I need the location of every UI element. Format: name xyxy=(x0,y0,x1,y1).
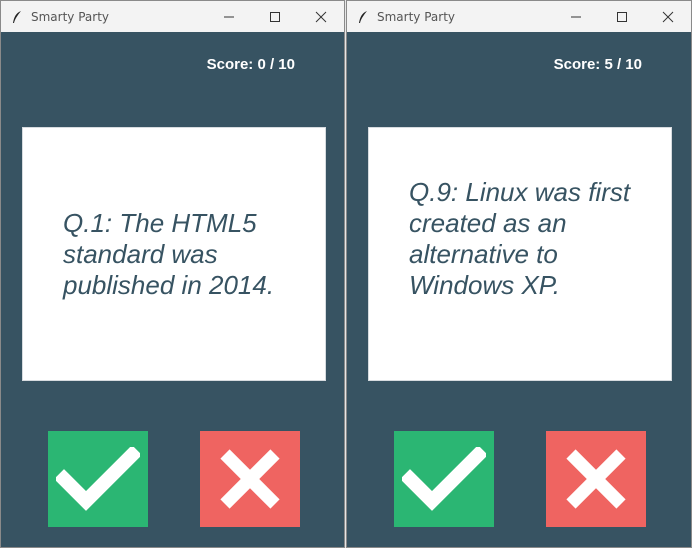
minimize-icon[interactable] xyxy=(206,1,252,32)
question-line: published in 2014. xyxy=(63,269,275,300)
window-title: Smarty Party xyxy=(31,9,110,24)
minimize-icon[interactable] xyxy=(553,1,599,32)
feather-icon xyxy=(9,9,25,25)
question-card: Q.9: Linux was first created as an alter… xyxy=(368,127,672,381)
question-line: alternative to xyxy=(409,239,558,269)
question-line: Windows XP. xyxy=(409,270,561,300)
checkmark-icon xyxy=(56,447,140,511)
question-text: Q.9: Linux was first created as an alter… xyxy=(409,177,630,301)
question-line: Q.9: Linux was first xyxy=(409,177,631,207)
checkmark-icon xyxy=(402,447,486,511)
question-line: Q.1: The HTML5 xyxy=(63,207,257,238)
true-button[interactable] xyxy=(48,431,148,527)
cross-icon xyxy=(220,449,280,509)
close-icon[interactable] xyxy=(298,1,344,32)
question-card: Q.1: The HTML5 standard was published in… xyxy=(22,127,326,381)
title-bar[interactable]: Smarty Party xyxy=(347,1,691,32)
false-button[interactable] xyxy=(200,431,300,527)
feather-icon xyxy=(355,9,371,25)
window-title: Smarty Party xyxy=(377,9,456,24)
close-icon[interactable] xyxy=(645,1,691,32)
quiz-window-1: Smarty Party Score: 0 / 10 Q.1: The HTML… xyxy=(0,0,345,548)
question-text: Q.1: The HTML5 standard was published in… xyxy=(63,208,274,301)
question-line: created as an xyxy=(409,208,567,238)
maximize-icon[interactable] xyxy=(599,1,645,32)
question-line: standard was xyxy=(63,238,218,269)
score-label: Score: 0 / 10 xyxy=(206,56,295,73)
true-button[interactable] xyxy=(394,431,494,527)
quiz-window-2: Smarty Party Score: 5 / 10 Q.9: Linux wa… xyxy=(346,0,692,548)
cross-icon xyxy=(566,449,626,509)
title-bar[interactable]: Smarty Party xyxy=(1,1,344,32)
score-label: Score: 5 / 10 xyxy=(553,56,642,73)
maximize-icon[interactable] xyxy=(252,1,298,32)
desktop: Smarty Party Score: 0 / 10 Q.1: The HTML… xyxy=(0,0,692,548)
false-button[interactable] xyxy=(546,431,646,527)
